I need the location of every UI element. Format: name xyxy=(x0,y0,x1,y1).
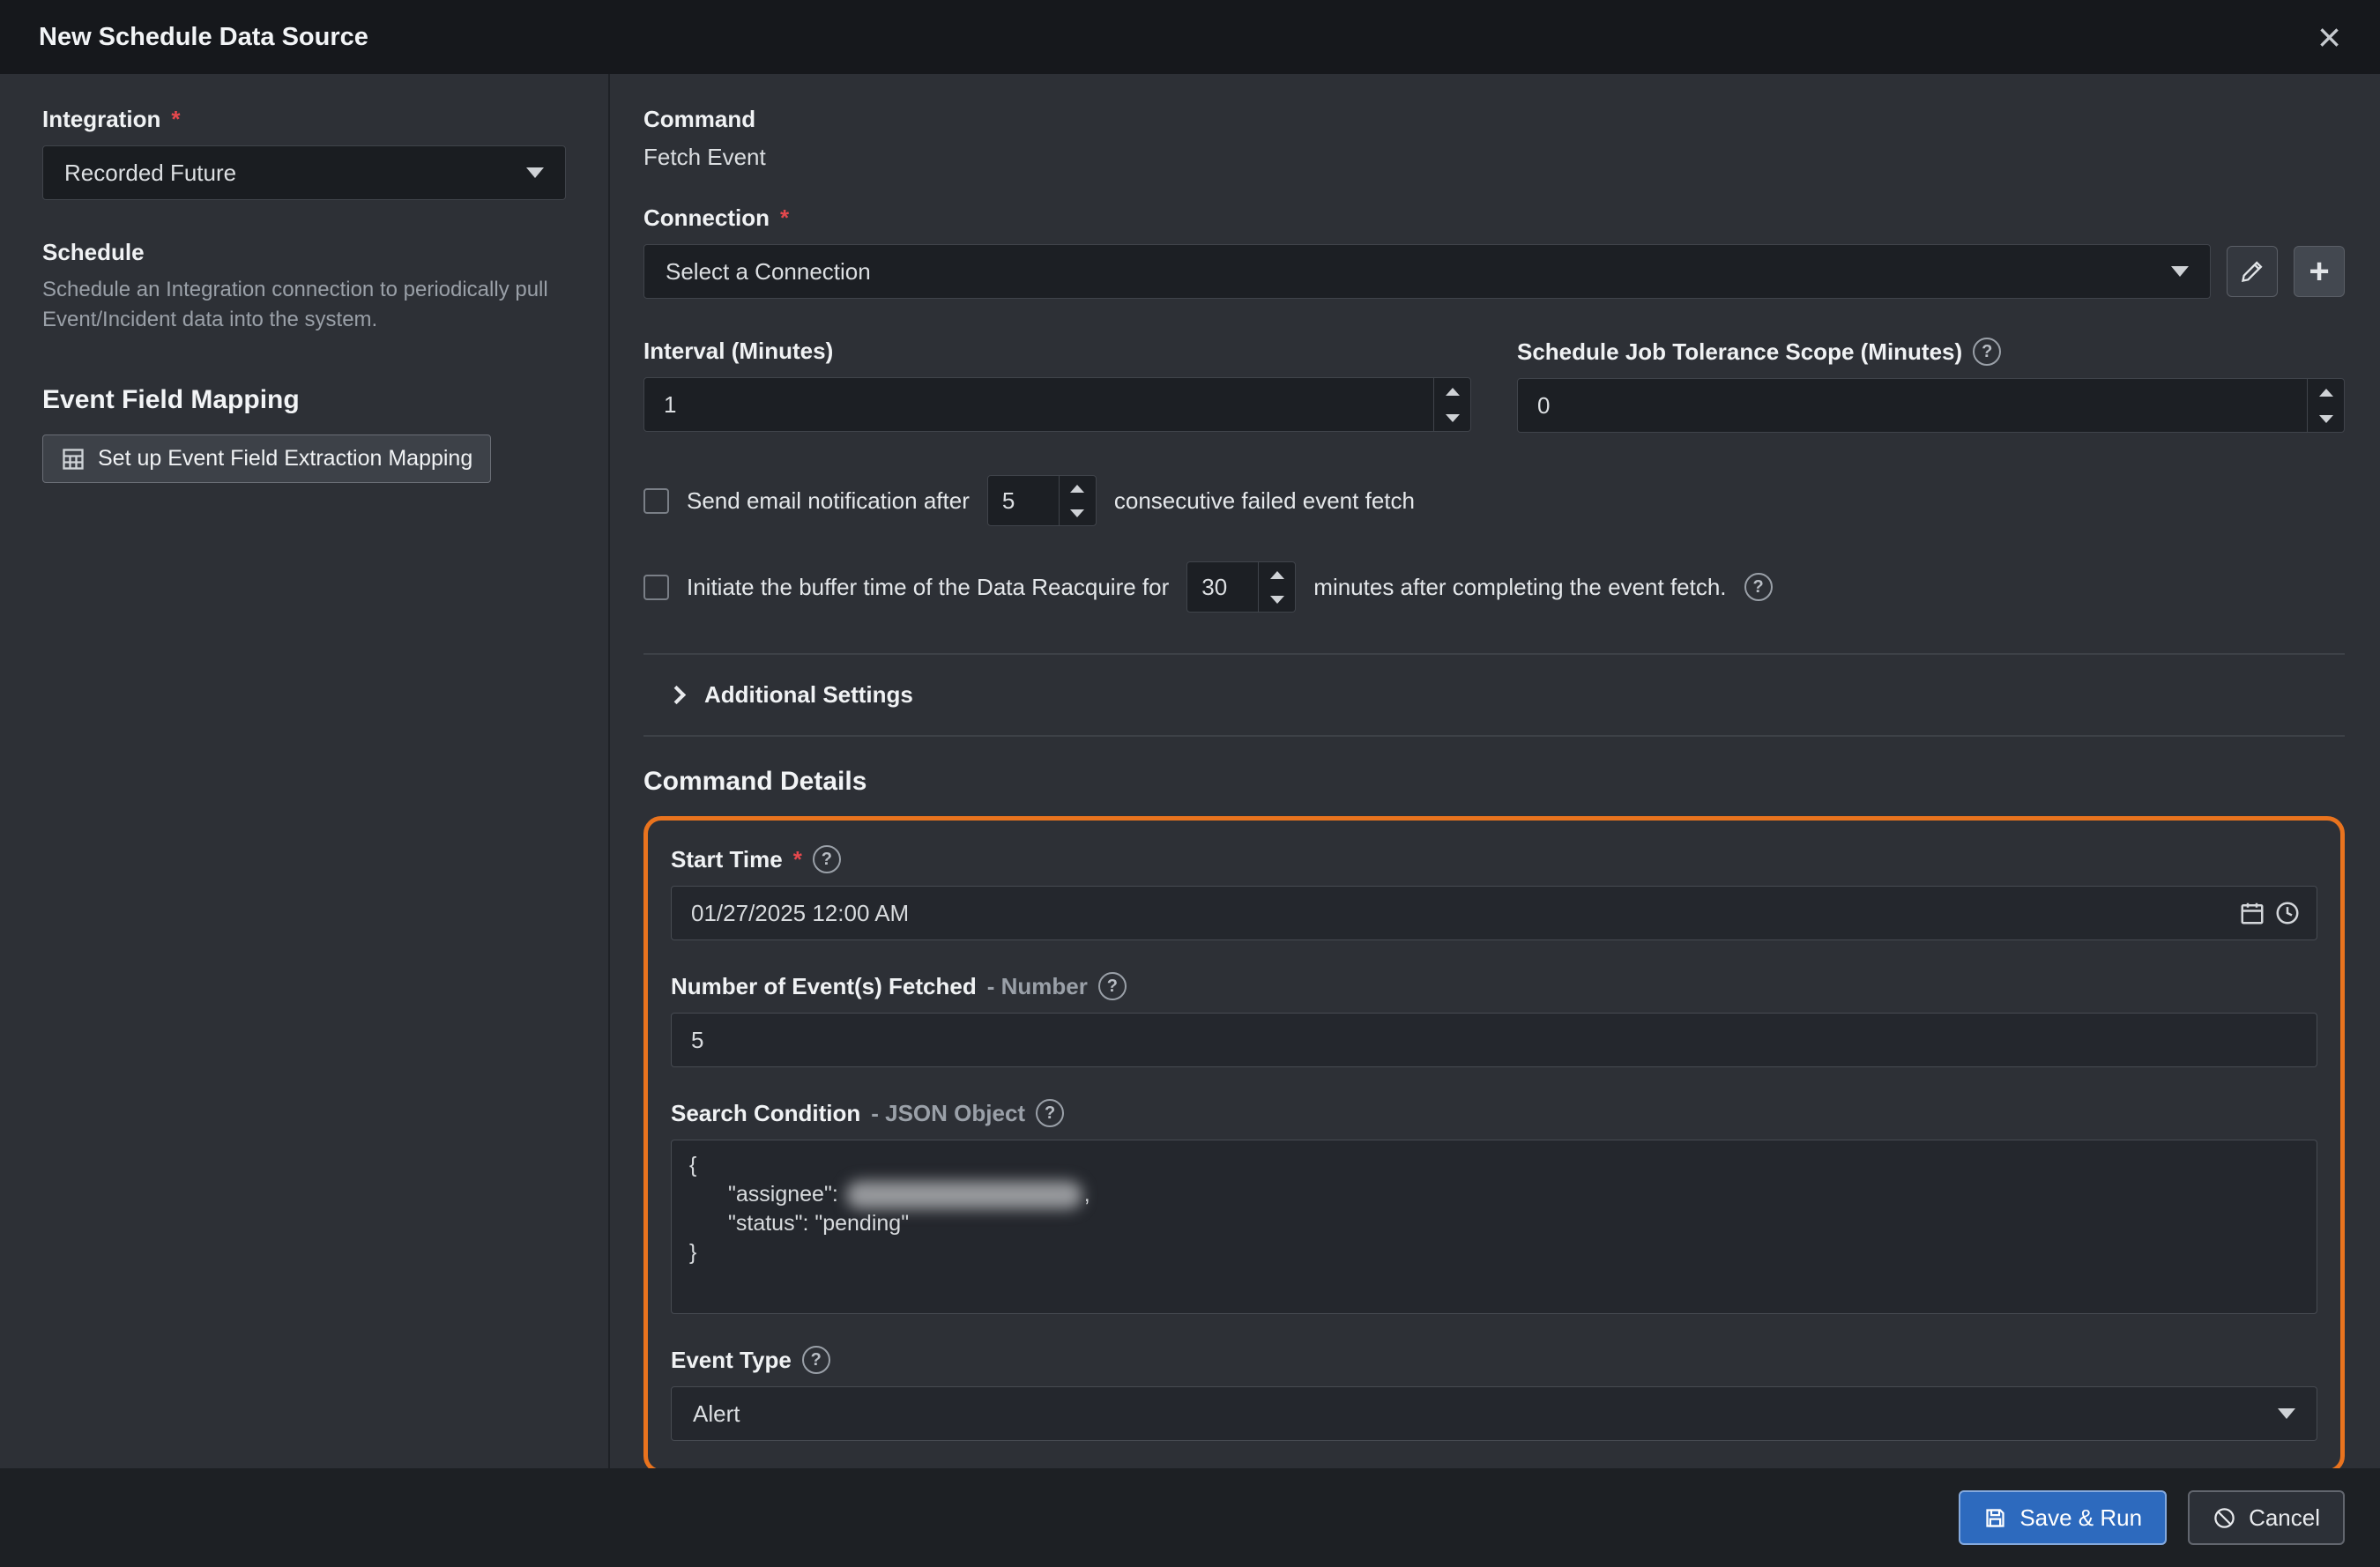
event-type-label: Event Type ? xyxy=(671,1346,2317,1374)
main-panel: Command Fetch Event Connection * Select … xyxy=(610,74,2380,1468)
email-checkbox-text-prefix: Send email notification after xyxy=(687,487,970,515)
buffer-minutes-field xyxy=(1186,561,1296,613)
modal-body: Integration * Recorded Future Schedule S… xyxy=(0,74,2380,1468)
stepper-down-icon[interactable] xyxy=(1259,587,1295,612)
clock-icon[interactable] xyxy=(2274,900,2301,926)
cancel-circle-icon xyxy=(2213,1506,2236,1530)
buffer-time-checkbox[interactable] xyxy=(643,575,669,600)
stepper-down-icon[interactable] xyxy=(1060,501,1096,525)
schedule-description: Schedule an Integration connection to pe… xyxy=(42,275,566,334)
new-schedule-data-source-modal: New Schedule Data Source × Integration *… xyxy=(0,0,2380,1567)
stepper-up-icon[interactable] xyxy=(1060,476,1096,501)
stepper-up-icon[interactable] xyxy=(1434,378,1470,405)
buffer-checkbox-text-suffix: minutes after completing the event fetch… xyxy=(1313,574,1726,601)
cancel-label: Cancel xyxy=(2249,1504,2320,1532)
tolerance-label: Schedule Job Tolerance Scope (Minutes) ? xyxy=(1517,338,2345,366)
modal-footer: Save & Run Cancel xyxy=(0,1468,2380,1567)
modal-header: New Schedule Data Source × xyxy=(0,0,2380,74)
stepper-down-icon[interactable] xyxy=(2308,405,2344,432)
events-fetched-type: - Number xyxy=(987,973,1088,1000)
search-condition-type: - JSON Object xyxy=(871,1100,1025,1127)
start-time-label: Start Time * ? xyxy=(671,845,2317,873)
modal-title: New Schedule Data Source xyxy=(39,23,368,52)
chevron-down-icon xyxy=(526,167,544,178)
setup-field-mapping-button[interactable]: Set up Event Field Extraction Mapping xyxy=(42,434,491,483)
email-checkbox-text-suffix: consecutive failed event fetch xyxy=(1114,487,1415,515)
required-asterisk: * xyxy=(793,846,802,873)
search-condition-textarea[interactable]: { "assignee": , "status": "pending" } xyxy=(671,1140,2317,1314)
command-value: Fetch Event xyxy=(643,144,2345,171)
json-line: { xyxy=(689,1151,2299,1180)
help-icon[interactable]: ? xyxy=(1744,573,1773,601)
command-details-highlight-box: Start Time * ? xyxy=(643,816,2345,1474)
stepper-up-icon[interactable] xyxy=(2308,379,2344,405)
event-field-mapping-title: Event Field Mapping xyxy=(42,385,566,415)
interval-label: Interval (Minutes) xyxy=(643,338,1471,365)
additional-settings-toggle[interactable]: Additional Settings xyxy=(643,655,2345,735)
buffer-checkbox-text-prefix: Initiate the buffer time of the Data Rea… xyxy=(687,574,1169,601)
required-asterisk: * xyxy=(780,204,789,232)
redacted-value xyxy=(846,1181,1082,1209)
tolerance-field xyxy=(1517,378,2345,433)
connection-label: Connection * xyxy=(643,204,2345,232)
start-time-input[interactable] xyxy=(672,900,2239,927)
events-fetched-input[interactable] xyxy=(671,1013,2317,1067)
grid-icon xyxy=(61,447,86,472)
chevron-down-icon xyxy=(2171,266,2189,277)
events-fetched-label: Number of Event(s) Fetched - Number ? xyxy=(671,972,2317,1000)
help-icon[interactable]: ? xyxy=(802,1346,830,1374)
help-icon[interactable]: ? xyxy=(1973,338,2001,366)
integration-select[interactable]: Recorded Future xyxy=(42,145,566,200)
required-asterisk: * xyxy=(171,106,180,133)
cancel-button[interactable]: Cancel xyxy=(2188,1490,2345,1545)
interval-input[interactable] xyxy=(644,378,1433,431)
buffer-minutes-stepper xyxy=(1258,562,1295,612)
tolerance-stepper xyxy=(2307,379,2344,432)
stepper-down-icon[interactable] xyxy=(1434,405,1470,431)
help-icon[interactable]: ? xyxy=(813,845,841,873)
add-connection-button[interactable]: + xyxy=(2294,246,2345,297)
calendar-icon[interactable] xyxy=(2239,900,2265,926)
setup-field-mapping-label: Set up Event Field Extraction Mapping xyxy=(98,446,472,472)
chevron-down-icon xyxy=(2278,1408,2295,1419)
pencil-icon xyxy=(2240,259,2265,284)
connection-select[interactable]: Select a Connection xyxy=(643,244,2211,299)
schedule-title: Schedule xyxy=(42,239,566,266)
close-icon[interactable]: × xyxy=(2317,17,2341,57)
email-threshold-input[interactable] xyxy=(988,476,1059,525)
connection-selected-value: Select a Connection xyxy=(666,258,871,286)
divider xyxy=(643,735,2345,737)
additional-settings-label: Additional Settings xyxy=(704,681,913,709)
search-condition-label: Search Condition - JSON Object ? xyxy=(671,1099,2317,1127)
edit-connection-button[interactable] xyxy=(2227,246,2278,297)
sidebar: Integration * Recorded Future Schedule S… xyxy=(0,74,610,1468)
integration-selected-value: Recorded Future xyxy=(64,160,236,187)
command-label: Command xyxy=(643,106,2345,133)
interval-field xyxy=(643,377,1471,432)
json-line: } xyxy=(689,1238,2299,1267)
save-icon xyxy=(1983,1506,2007,1530)
email-threshold-stepper xyxy=(1059,476,1096,525)
event-type-selected-value: Alert xyxy=(693,1400,740,1428)
command-details-title: Command Details xyxy=(643,767,2345,797)
integration-label: Integration * xyxy=(42,106,566,133)
stepper-up-icon[interactable] xyxy=(1259,562,1295,587)
json-line: "assignee": , xyxy=(689,1180,2299,1209)
interval-stepper xyxy=(1433,378,1470,431)
chevron-right-icon xyxy=(667,686,686,704)
save-and-run-button[interactable]: Save & Run xyxy=(1959,1490,2167,1545)
tolerance-input[interactable] xyxy=(1518,379,2307,432)
buffer-minutes-input[interactable] xyxy=(1187,562,1258,612)
help-icon[interactable]: ? xyxy=(1036,1099,1064,1127)
event-type-select[interactable]: Alert xyxy=(671,1386,2317,1441)
email-threshold-field xyxy=(987,475,1097,526)
json-line: "status": "pending" xyxy=(689,1209,2299,1238)
help-icon[interactable]: ? xyxy=(1098,972,1127,1000)
save-and-run-label: Save & Run xyxy=(2019,1504,2142,1532)
email-notification-checkbox[interactable] xyxy=(643,488,669,514)
start-time-field xyxy=(671,886,2317,940)
plus-icon: + xyxy=(2309,254,2329,289)
